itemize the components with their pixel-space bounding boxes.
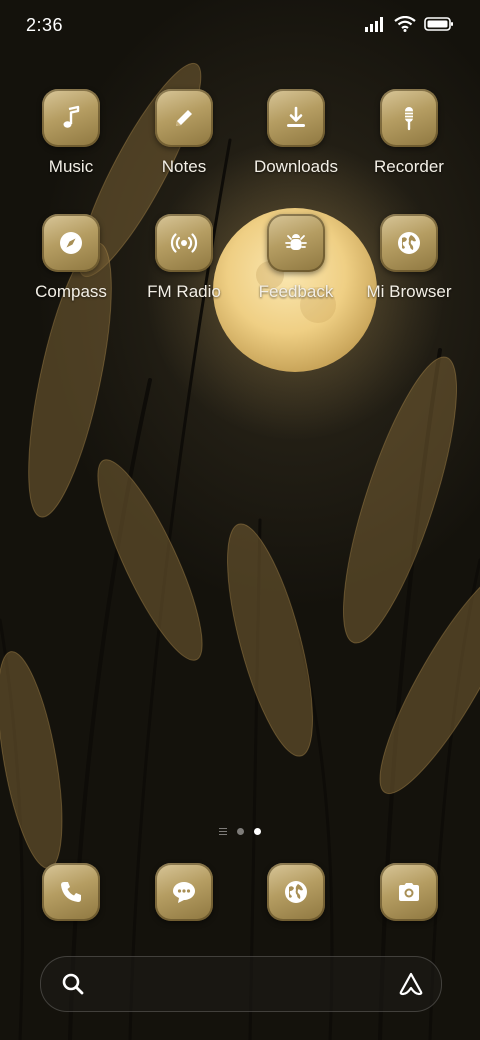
camera-icon (399, 883, 419, 901)
wifi-icon (394, 16, 416, 32)
download-icon (287, 106, 305, 127)
home-screen: 2:36 Music Notes Downloads Recorder Comp… (0, 0, 480, 1040)
app-recorder-tile[interactable] (380, 89, 438, 147)
app-mi-browser[interactable]: Mi Browser (354, 214, 464, 302)
app-mi-browser-tile[interactable] (380, 214, 438, 272)
bug-icon (285, 234, 307, 250)
app-compass[interactable]: Compass (16, 214, 126, 302)
app-label: Notes (161, 157, 207, 176)
app-label: FM Radio (147, 282, 221, 301)
app-fm-radio[interactable]: FM Radio (129, 214, 239, 302)
app-recorder[interactable]: Recorder (354, 89, 464, 177)
dock-browser[interactable] (241, 863, 351, 921)
phone-icon (61, 882, 81, 902)
message-icon (173, 882, 195, 903)
app-downloads[interactable]: Downloads (241, 89, 351, 177)
dock-browser-tile[interactable] (267, 863, 325, 921)
page-dot-active (254, 828, 261, 835)
app-label: Feedback (258, 282, 334, 301)
app-compass-tile[interactable] (42, 214, 100, 272)
app-fm-radio-tile[interactable] (155, 214, 213, 272)
page-dot (237, 828, 244, 835)
dock-camera-tile[interactable] (380, 863, 438, 921)
compass-icon (60, 232, 82, 254)
app-downloads-tile[interactable] (267, 89, 325, 147)
pencil-icon (176, 110, 192, 126)
app-music-tile[interactable] (42, 89, 100, 147)
page-indicator (0, 828, 480, 835)
app-notes[interactable]: Notes (129, 89, 239, 177)
search-bar[interactable] (40, 956, 442, 1012)
page-indicator-list-icon (219, 828, 227, 835)
status-time: 2:36 (26, 15, 64, 35)
dock-messages-tile[interactable] (155, 863, 213, 921)
dock-phone[interactable] (16, 863, 126, 921)
radio-broadcast-icon (170, 233, 198, 253)
app-label: Mi Browser (366, 282, 452, 301)
app-notes-tile[interactable] (155, 89, 213, 147)
assistant-icon[interactable] (397, 970, 425, 998)
app-label: Recorder (374, 157, 444, 176)
battery-icon (424, 17, 453, 31)
dock-camera[interactable] (354, 863, 464, 921)
globe-icon (398, 232, 420, 254)
search-icon[interactable] (59, 970, 87, 998)
dock-messages[interactable] (129, 863, 239, 921)
app-music[interactable]: Music (16, 89, 126, 177)
music-note-icon (63, 105, 80, 128)
app-feedback-tile[interactable] (267, 214, 325, 272)
dock-phone-tile[interactable] (42, 863, 100, 921)
status-bar: 2:36 (0, 0, 480, 50)
signal-icon (365, 17, 383, 32)
globe-icon (285, 881, 307, 903)
app-label: Music (48, 157, 94, 176)
app-label: Compass (35, 282, 107, 301)
app-feedback[interactable]: Feedback (241, 214, 351, 302)
microphone-icon (405, 107, 413, 131)
app-label: Downloads (253, 157, 339, 176)
